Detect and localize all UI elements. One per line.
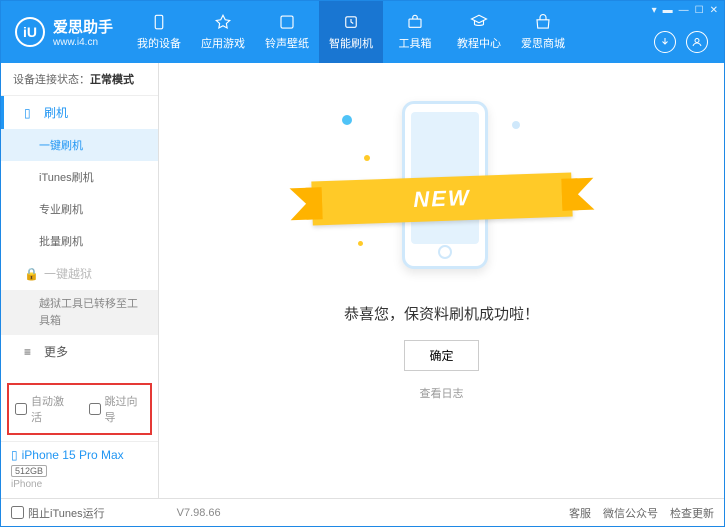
device-name[interactable]: ▯iPhone 15 Pro Max: [11, 448, 148, 462]
app-header: iU 爱思助手 www.i4.cn 我的设备 应用游戏 铃声壁纸 智能刷机 工具…: [1, 1, 724, 63]
checkbox-auto-activate[interactable]: 自动激活: [15, 393, 71, 425]
sidebar-item-jailbreak-note: 越狱工具已转移至工具箱: [1, 290, 158, 335]
footer-bar: 阻止iTunes运行 V7.98.66 客服 微信公众号 检查更新: [1, 498, 724, 526]
sidebar-item-other-tools[interactable]: 其他工具: [1, 368, 158, 377]
store-icon: [534, 13, 552, 31]
footer-link-wechat[interactable]: 微信公众号: [603, 505, 658, 521]
app-logo-icon: iU: [15, 17, 45, 47]
brand-block: iU 爱思助手 www.i4.cn: [1, 1, 127, 63]
app-name: 爱思助手: [53, 16, 113, 37]
phone-small-icon: ▯: [11, 448, 18, 462]
device-icon: ▯: [24, 106, 36, 120]
ok-button[interactable]: 确定: [404, 340, 478, 371]
lock-icon: 🔒: [24, 267, 36, 281]
nav-toolbox[interactable]: 工具箱: [383, 1, 447, 63]
checkbox-block-itunes[interactable]: 阻止iTunes运行: [11, 505, 105, 521]
nav-smart-flash[interactable]: 智能刷机: [319, 1, 383, 63]
window-controls: ▾ ▬ — ☐ ✕: [652, 5, 718, 16]
close-icon[interactable]: ✕: [710, 5, 718, 16]
more-icon: ≡: [24, 345, 36, 359]
tshirt-icon[interactable]: ▬: [663, 5, 673, 16]
flash-icon: [342, 13, 360, 31]
device-storage-badge: 512GB: [11, 465, 47, 477]
maximize-icon[interactable]: ☐: [695, 5, 704, 16]
device-info: ▯iPhone 15 Pro Max 512GB iPhone: [1, 441, 158, 498]
media-icon: [278, 13, 296, 31]
success-message: 恭喜您，保资料刷机成功啦！: [344, 303, 539, 324]
app-url: www.i4.cn: [53, 37, 113, 48]
main-content: NEW 恭喜您，保资料刷机成功啦！ 确定 查看日志: [159, 63, 724, 498]
minimize-icon[interactable]: —: [679, 5, 689, 16]
device-type: iPhone: [11, 479, 148, 490]
download-button[interactable]: [654, 31, 676, 53]
sidebar-group-flash[interactable]: ▯刷机: [1, 96, 158, 129]
sidebar-group-more[interactable]: ≡更多: [1, 335, 158, 368]
nav-apps-games[interactable]: 应用游戏: [191, 1, 255, 63]
checkbox-skip-guide[interactable]: 跳过向导: [89, 393, 145, 425]
connection-status: 设备连接状态：正常模式: [1, 63, 158, 96]
footer-link-support[interactable]: 客服: [569, 505, 591, 521]
sidebar-group-jailbreak[interactable]: 🔒一键越狱: [1, 257, 158, 290]
version-label: V7.98.66: [177, 507, 221, 519]
phone-icon: [150, 13, 168, 31]
sidebar-item-oneclick-flash[interactable]: 一键刷机: [1, 129, 158, 161]
apps-icon: [214, 13, 232, 31]
nav-tutorials[interactable]: 教程中心: [447, 1, 511, 63]
tutorial-icon: [470, 13, 488, 31]
sidebar-item-itunes-flash[interactable]: iTunes刷机: [1, 161, 158, 193]
nav-store[interactable]: 爱思商城: [511, 1, 575, 63]
new-banner: NEW: [311, 172, 572, 225]
view-log-link[interactable]: 查看日志: [420, 385, 464, 401]
options-highlight-box: 自动激活 跳过向导: [7, 383, 152, 435]
sidebar: 设备连接状态：正常模式 ▯刷机 一键刷机 iTunes刷机 专业刷机 批量刷机 …: [1, 63, 159, 498]
nav-my-device[interactable]: 我的设备: [127, 1, 191, 63]
user-button[interactable]: [686, 31, 708, 53]
footer-link-update[interactable]: 检查更新: [670, 505, 714, 521]
nav-ringtones[interactable]: 铃声壁纸: [255, 1, 319, 63]
top-nav: 我的设备 应用游戏 铃声壁纸 智能刷机 工具箱 教程中心 爱思商城: [127, 1, 575, 63]
sidebar-item-batch-flash[interactable]: 批量刷机: [1, 225, 158, 257]
toolbox-icon: [406, 13, 424, 31]
menu-icon[interactable]: ▾: [652, 5, 657, 16]
sidebar-item-pro-flash[interactable]: 专业刷机: [1, 193, 158, 225]
success-illustration: NEW: [312, 91, 572, 281]
